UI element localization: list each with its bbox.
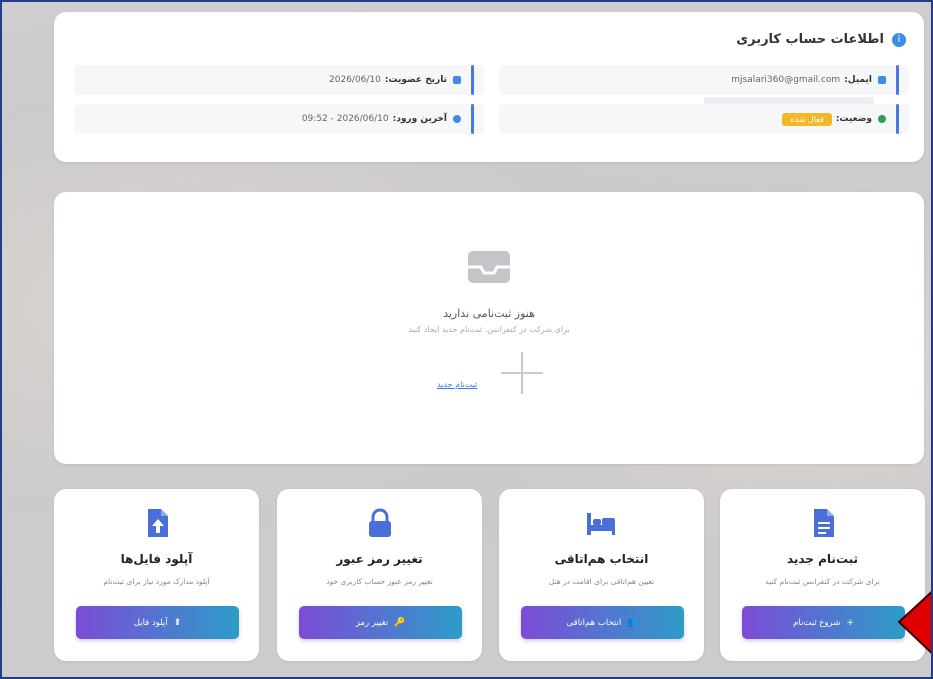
plus-icon: + [846,617,854,628]
field-accent-bar [896,104,899,134]
document-icon [814,509,834,537]
email-value: mjsalari360@gmail.com [731,75,841,85]
email-icon [878,76,886,84]
check-icon [878,115,886,123]
lock-icon [369,508,391,537]
empty-subtitle: برای شرکت در کنفرانس، ثبت‌نام جدید ایجاد… [408,325,570,334]
card-title: آپلود فایل‌ها [120,552,193,566]
email-label: ایمیل: [844,75,872,85]
users-icon: 👥 [627,617,639,628]
account-info-title: اطلاعات حساب کاربری [736,32,884,47]
upload-file-button[interactable]: ⬆ آپلود فایل [76,606,239,639]
join-date-value: 2026/06/10 [329,75,381,85]
plus-icon[interactable] [501,352,543,394]
registrations-empty-card: هنوز ثبت‌نامی ندارید برای شرکت در کنفران… [54,192,924,464]
button-label: شروع ثبت‌نام [793,617,841,628]
card-description: برای شرکت در کنفرانس ثبت‌نام کنید [765,577,880,586]
field-accent-bar [471,104,474,134]
card-title: ثبت‌نام جدید [786,552,859,566]
upload-icon: ⬆ [173,617,182,628]
join-date-field: تاریخ عضویت: 2026/06/10 [74,65,484,95]
card-description: آپلود مدارک مورد نیاز برای ثبت‌نام [103,577,210,586]
last-login-value: 2026/06/10 - 09:52 [301,114,389,124]
browser-frame: i اطلاعات حساب کاربری ایمیل: mjsalari360… [0,0,933,679]
button-label: انتخاب هم‌اتاقی [566,617,622,628]
status-label: وضعیت: [835,114,872,124]
new-registration-link[interactable]: ثبت‌نام جدید [437,380,477,389]
select-roommate-button[interactable]: 👥 انتخاب هم‌اتاقی [521,606,684,639]
button-label: تغییر رمز [355,617,389,628]
calendar-icon [453,76,461,84]
card-description: تغییر رمز عبور حساب کاربری خود [326,577,433,586]
start-registration-button[interactable]: + شروع ثبت‌نام [742,606,905,639]
card-title: تغییر رمز عبور [336,552,423,566]
field-accent-bar [471,65,474,95]
button-label: آپلود فایل [133,617,168,628]
card-description: تعیین هم‌اتاقی برای اقامت در هتل [548,577,655,586]
status-field: وضعیت: فعال شده [499,104,909,134]
upload-file-icon [148,509,168,537]
empty-title: هنوز ثبت‌نامی ندارید [443,307,535,320]
key-icon: 🔑 [394,617,406,628]
join-date-label: تاریخ عضویت: [384,75,447,85]
field-accent-bar [896,65,899,95]
info-icon: i [892,32,906,47]
inbox-icon [468,251,510,283]
status-badge: فعال شده [782,112,832,126]
change-password-card: تغییر رمز عبور تغییر رمز عبور حساب کاربر… [277,489,482,661]
new-registration-card: ثبت‌نام جدید برای شرکت در کنفرانس ثبت‌نا… [720,489,925,661]
change-password-button[interactable]: 🔑 تغییر رمز [299,606,462,639]
bed-icon [587,513,615,535]
account-info-card: i اطلاعات حساب کاربری ایمیل: mjsalari360… [54,12,924,162]
last-login-field: آخرین ورود: 2026/06/10 - 09:52 [74,104,484,134]
red-arrow-pointer-icon [897,591,931,654]
select-roommate-card: انتخاب هم‌اتاقی تعیین هم‌اتاقی برای اقام… [499,489,704,661]
clock-icon [453,115,461,123]
account-info-header: i اطلاعات حساب کاربری [736,32,906,47]
upload-files-card: آپلود فایل‌ها آپلود مدارک مورد نیاز برای… [54,489,259,661]
last-login-label: آخرین ورود: [392,114,447,124]
card-title: انتخاب هم‌اتاقی [554,552,649,566]
email-field: ایمیل: mjsalari360@gmail.com [499,65,909,95]
